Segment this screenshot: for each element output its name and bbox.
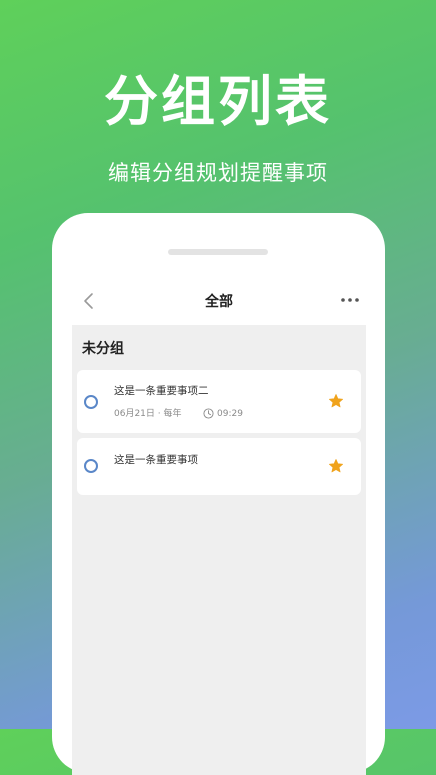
promo-title: 分组列表 bbox=[104, 70, 332, 133]
task-title: 这是一条重要事项二 bbox=[114, 385, 209, 397]
complete-checkbox[interactable] bbox=[84, 395, 98, 409]
task-item[interactable]: 这是一条重要事项二 06月21日 · 每年 09:29 bbox=[77, 370, 361, 433]
more-horizontal-icon[interactable] bbox=[340, 295, 360, 305]
task-date-repeat: 06月21日 · 每年 bbox=[114, 409, 182, 419]
task-time: 09:29 bbox=[217, 409, 243, 419]
clock-icon bbox=[203, 408, 214, 419]
complete-checkbox[interactable] bbox=[84, 459, 98, 473]
star-icon[interactable] bbox=[328, 458, 344, 474]
task-item[interactable]: 这是一条重要事项 bbox=[77, 438, 361, 495]
group-heading: 未分组 bbox=[82, 341, 124, 357]
app-screen: 全部 未分组 这是一条重要事项二 06月21日 · 每年 09:29 这是一条重… bbox=[72, 275, 366, 775]
star-icon[interactable] bbox=[328, 393, 344, 409]
phone-frame: 全部 未分组 这是一条重要事项二 06月21日 · 每年 09:29 这是一条重… bbox=[52, 213, 385, 775]
top-bar: 全部 bbox=[72, 275, 366, 325]
promo-subtitle: 编辑分组规划提醒事项 bbox=[108, 161, 328, 185]
task-title: 这是一条重要事项 bbox=[114, 454, 198, 466]
phone-speaker bbox=[168, 249, 268, 255]
page-title: 全部 bbox=[205, 294, 233, 310]
